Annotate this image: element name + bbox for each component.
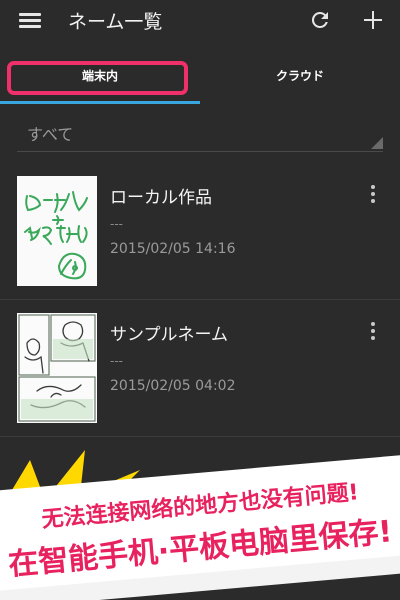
item-title: サンプルネーム (110, 325, 228, 345)
app-screen: ネーム一覧 端末内 クラウド すべて ローカル作品 --- 2015/02/05… (0, 0, 400, 600)
name-list: ローカル作品 --- 2015/02/05 14:16 サンプルネーム --- … (0, 163, 400, 437)
dropdown-arrow-icon (371, 137, 383, 149)
filter-selected-value: すべて (27, 125, 74, 144)
item-date: 2015/02/05 04:02 (110, 378, 236, 394)
item-subtitle: --- (110, 354, 123, 368)
tab-cloud-label: クラウド (275, 69, 324, 83)
tab-selected-indicator (0, 101, 200, 104)
menu-icon[interactable] (19, 10, 43, 30)
refresh-icon[interactable] (308, 8, 332, 32)
local-work-thumbnail (17, 176, 97, 286)
item-subtitle: --- (110, 217, 123, 231)
item-date: 2015/02/05 14:16 (110, 241, 236, 257)
tab-cloud[interactable]: クラウド (200, 40, 400, 104)
add-icon[interactable] (361, 8, 385, 32)
tab-bar: 端末内 クラウド (0, 40, 400, 104)
sample-work-thumbnail (17, 313, 97, 423)
more-options-icon[interactable] (366, 320, 380, 342)
page-title: ネーム一覧 (68, 11, 163, 33)
list-item[interactable]: ローカル作品 --- 2015/02/05 14:16 (0, 163, 400, 300)
promo-banner: 无法连接网络的地方也没有问题! 在智能手机·平板电脑里保存! (0, 440, 400, 600)
filter-dropdown[interactable]: すべて (17, 113, 383, 152)
tab-local[interactable]: 端末内 (0, 40, 200, 104)
app-bar: ネーム一覧 (0, 0, 400, 40)
item-title: ローカル作品 (110, 188, 212, 208)
tab-local-label: 端末内 (81, 69, 118, 83)
list-item[interactable]: サンプルネーム --- 2015/02/05 04:02 (0, 300, 400, 437)
more-options-icon[interactable] (366, 183, 380, 205)
